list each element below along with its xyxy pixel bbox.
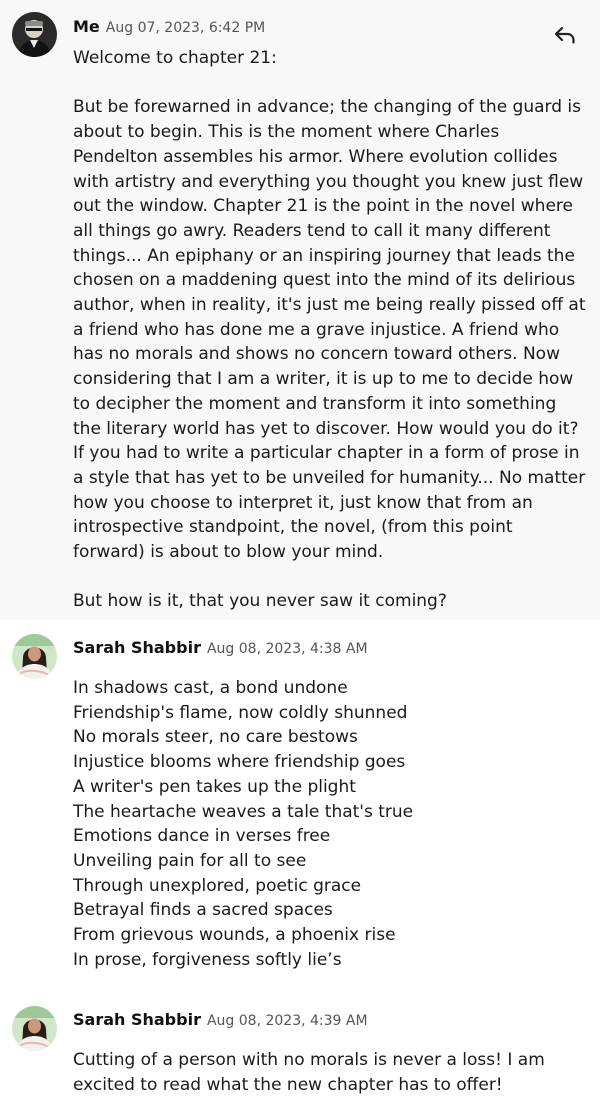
poem-line: No morals steer, no care bestows bbox=[73, 727, 358, 748]
poem-line: Emotions dance in verses free bbox=[73, 826, 331, 847]
comment-paragraph: But how is it, that you never saw it com… bbox=[73, 591, 447, 612]
poem-line: The heartache weaves a tale that's true bbox=[73, 801, 414, 822]
comment-body: Cutting of a person with no morals is ne… bbox=[73, 1048, 586, 1097]
comment-timestamp: Aug 08, 2023, 4:38 AM bbox=[206, 640, 368, 657]
poem-line: In shadows cast, a bond undone bbox=[73, 678, 348, 698]
comment-timestamp: Aug 08, 2023, 4:39 AM bbox=[206, 1012, 368, 1029]
avatar[interactable] bbox=[12, 1006, 57, 1051]
avatar[interactable] bbox=[12, 634, 57, 679]
comment: Sarah Shabbir Aug 08, 2023, 4:39 AM Cutt… bbox=[0, 992, 600, 1118]
comment-author[interactable]: Sarah Shabbir bbox=[73, 1010, 201, 1030]
poem-line: Injustice blooms where friendship goes bbox=[73, 752, 406, 773]
avatar-photo-icon bbox=[12, 12, 57, 57]
comment-header: Me Aug 07, 2023, 6:42 PM bbox=[12, 12, 586, 57]
comment-author[interactable]: Sarah Shabbir bbox=[73, 638, 201, 658]
poem-line: Unveiling pain for all to see bbox=[73, 850, 307, 871]
reply-icon bbox=[554, 26, 575, 44]
comment-thread: Me Aug 07, 2023, 6:42 PM Welcome to chap… bbox=[0, 0, 600, 1118]
poem-line: Through unexplored, poetic grace bbox=[73, 875, 362, 896]
poem-line: From grievous wounds, a phoenix rise bbox=[73, 925, 396, 946]
comment-paragraph: But be forewarned in advance; the changi… bbox=[73, 97, 591, 563]
comment: Me Aug 07, 2023, 6:42 PM Welcome to chap… bbox=[0, 0, 600, 620]
comment-body: Welcome to chapter 21: But be forewarned… bbox=[73, 46, 586, 614]
comment-timestamp: Aug 07, 2023, 6:42 PM bbox=[105, 19, 266, 36]
comment: Sarah Shabbir Aug 08, 2023, 4:38 AM In s… bbox=[0, 620, 600, 992]
comment-paragraph: Welcome to chapter 21: bbox=[73, 48, 277, 68]
poem-line: Friendship's flame, now coldly shunned bbox=[73, 702, 408, 723]
comment-header: Sarah Shabbir Aug 08, 2023, 4:39 AM bbox=[12, 1006, 586, 1051]
avatar[interactable] bbox=[12, 12, 57, 57]
poem-line: In prose, forgiveness softly lie’s bbox=[73, 949, 342, 970]
poem-line: Betrayal finds a sacred spaces bbox=[73, 900, 333, 921]
comment-body: In shadows cast, a bond undone Friendshi… bbox=[73, 676, 586, 972]
comment-author[interactable]: Me bbox=[73, 17, 100, 37]
avatar-photo-icon bbox=[12, 1006, 57, 1051]
avatar-photo-icon bbox=[12, 634, 57, 679]
comment-header: Sarah Shabbir Aug 08, 2023, 4:38 AM bbox=[12, 634, 586, 679]
reply-button[interactable] bbox=[552, 22, 578, 48]
comment-paragraph: Cutting of a person with no morals is ne… bbox=[73, 1050, 551, 1095]
poem-line: A writer's pen takes up the plight bbox=[73, 776, 356, 797]
